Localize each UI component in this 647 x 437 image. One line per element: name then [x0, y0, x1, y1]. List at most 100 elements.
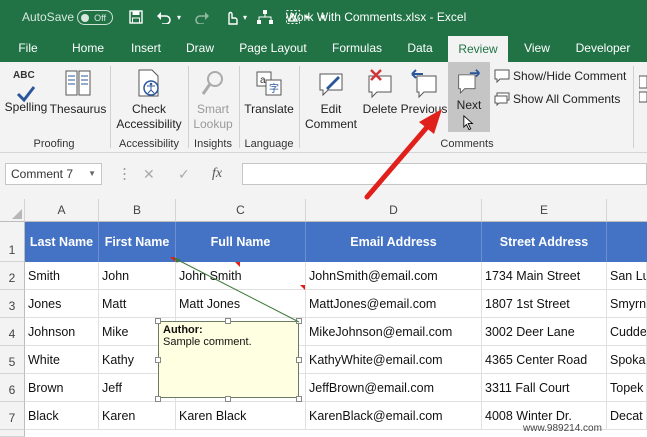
table-cell[interactable]: 1734 Main Street: [482, 262, 607, 290]
header-cell[interactable]: First Name: [99, 222, 176, 262]
table-cell[interactable]: Smyrn: [607, 290, 647, 318]
group-divider: [110, 66, 111, 148]
spelling-button[interactable]: ABC Spelling: [2, 62, 50, 115]
tab-page-layout[interactable]: Page Layout: [236, 34, 310, 62]
comment-box[interactable]: Author: Sample comment.: [158, 321, 299, 398]
table-cell[interactable]: Karen: [99, 402, 176, 430]
tab-file[interactable]: File: [8, 34, 48, 62]
header-cell[interactable]: Email Address: [306, 222, 482, 262]
table-cell[interactable]: Spoka: [607, 346, 647, 374]
row-header-3[interactable]: 3: [0, 290, 25, 318]
row-header-8[interactable]: [0, 430, 25, 437]
row-header-1[interactable]: 1: [0, 222, 25, 262]
table-cell[interactable]: 1807 1st Street: [482, 290, 607, 318]
select-all-corner[interactable]: [0, 199, 25, 222]
smart-lookup-button[interactable]: Smart Lookup: [190, 62, 236, 132]
table-cell[interactable]: Smith: [25, 262, 99, 290]
table-cell[interactable]: John Smith: [176, 262, 306, 290]
comment-resize-handle[interactable]: [296, 396, 302, 402]
insert-function-icon[interactable]: fx: [212, 166, 222, 182]
table-cell[interactable]: 3311 Fall Court: [482, 374, 607, 402]
table-cell[interactable]: Karen Black: [176, 402, 306, 430]
row-header-6[interactable]: 6: [0, 374, 25, 402]
table-cell[interactable]: KathyWhite@email.com: [306, 346, 482, 374]
name-box-value: Comment 7: [11, 167, 74, 181]
table-cell[interactable]: Matt: [99, 290, 176, 318]
header-cell[interactable]: [607, 222, 647, 262]
column-header-d[interactable]: D: [306, 199, 482, 222]
edit-label-2: Comment: [304, 117, 357, 131]
protect-icon[interactable]: [638, 74, 647, 104]
delete-label: Delete: [362, 102, 398, 116]
comment-resize-handle[interactable]: [225, 396, 231, 402]
comment-resize-handle[interactable]: [155, 357, 161, 363]
formula-input[interactable]: [242, 163, 647, 185]
comment-resize-handle[interactable]: [225, 318, 231, 324]
table-cell[interactable]: Topek: [607, 374, 647, 402]
tab-home[interactable]: Home: [62, 34, 114, 62]
table-cell[interactable]: MattJones@email.com: [306, 290, 482, 318]
column-header-e[interactable]: E: [482, 199, 607, 222]
header-cell[interactable]: Last Name: [25, 222, 99, 262]
column-header-c[interactable]: C: [176, 199, 306, 222]
smart-label-1: Smart: [196, 102, 229, 116]
tab-view[interactable]: View: [516, 34, 558, 62]
table-cell[interactable]: Cudde: [607, 318, 647, 346]
edit-comment-button[interactable]: Edit Comment: [302, 62, 360, 132]
smart-lookup-icon: [201, 71, 223, 95]
comment-resize-handle[interactable]: [296, 318, 302, 324]
table-cell[interactable]: JeffBrown@email.com: [306, 374, 482, 402]
accessibility-group-label: Accessibility: [119, 138, 179, 150]
tab-review[interactable]: Review: [448, 36, 508, 62]
show-all-comments-button[interactable]: Show All Comments: [494, 92, 620, 106]
table-cell[interactable]: Johnson: [25, 318, 99, 346]
table-cell[interactable]: John: [99, 262, 176, 290]
comment-author: Author:: [163, 324, 203, 336]
table-cell[interactable]: Decat: [607, 402, 647, 430]
svg-text:字: 字: [269, 82, 279, 95]
comment-resize-handle[interactable]: [296, 357, 302, 363]
table-cell[interactable]: Brown: [25, 374, 99, 402]
watermark: www.989214.com: [523, 423, 602, 434]
column-header-a[interactable]: A: [25, 199, 99, 222]
table-cell[interactable]: KarenBlack@email.com: [306, 402, 482, 430]
previous-comment-icon: [411, 69, 437, 99]
show-hide-comment-button[interactable]: Show/Hide Comment: [494, 69, 626, 83]
tab-data[interactable]: Data: [400, 34, 440, 62]
row-header-5[interactable]: 5: [0, 346, 25, 374]
comment-resize-handle[interactable]: [155, 396, 161, 402]
delete-comment-button[interactable]: Delete: [360, 62, 400, 117]
table-cell[interactable]: MikeJohnson@email.com: [306, 318, 482, 346]
check-accessibility-button[interactable]: Check Accessibility: [112, 62, 186, 132]
comment-resize-handle[interactable]: [155, 318, 161, 324]
table-cell[interactable]: Black: [25, 402, 99, 430]
column-header-b[interactable]: B: [99, 199, 176, 222]
tab-formulas[interactable]: Formulas: [326, 34, 388, 62]
tab-insert[interactable]: Insert: [124, 34, 168, 62]
table-cell[interactable]: White: [25, 346, 99, 374]
name-box-dropdown-icon[interactable]: ▼: [88, 164, 96, 184]
translate-button[interactable]: a字 Translate: [241, 62, 297, 117]
tab-draw[interactable]: Draw: [180, 34, 220, 62]
next-comment-button[interactable]: Next: [448, 62, 490, 132]
column-header-f[interactable]: [607, 199, 647, 222]
table-cell[interactable]: JohnSmith@email.com: [306, 262, 482, 290]
header-cell[interactable]: Street Address: [482, 222, 607, 262]
group-divider: [239, 66, 240, 148]
row-header-4[interactable]: 4: [0, 318, 25, 346]
table-cell[interactable]: 3002 Deer Lane: [482, 318, 607, 346]
table-cell[interactable]: San Lu: [607, 262, 647, 290]
cancel-icon[interactable]: ✕: [143, 166, 155, 183]
name-box[interactable]: Comment 7 ▼: [5, 163, 102, 185]
table-cell[interactable]: Matt Jones: [176, 290, 306, 318]
previous-comment-button[interactable]: Previous: [400, 62, 448, 117]
header-cell[interactable]: Full Name: [176, 222, 306, 262]
row-header-7[interactable]: 7: [0, 402, 25, 430]
thesaurus-button[interactable]: Thesaurus: [50, 62, 106, 117]
row-header-2[interactable]: 2: [0, 262, 25, 290]
tab-developer[interactable]: Developer: [570, 34, 636, 62]
previous-label: Previous: [400, 102, 448, 116]
table-cell[interactable]: 4365 Center Road: [482, 346, 607, 374]
enter-icon[interactable]: ✓: [178, 166, 190, 183]
table-cell[interactable]: Jones: [25, 290, 99, 318]
